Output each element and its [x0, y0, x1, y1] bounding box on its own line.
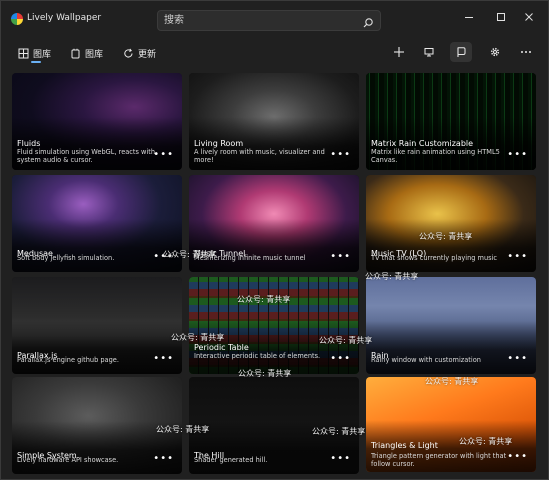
search-input[interactable] — [158, 11, 358, 30]
app-title: Lively Wallpaper — [27, 13, 102, 23]
wallpaper-card[interactable]: Living Room A lively room with music, vis… — [189, 73, 359, 170]
wallpaper-description: Fluid simulation using WebGL, reacts wit… — [17, 148, 156, 165]
thumbnail-gradient — [12, 320, 182, 374]
wallpaper-description: Lively hardware API showcase. — [17, 456, 119, 464]
minimize-button[interactable] — [455, 7, 483, 27]
settings-button[interactable] — [484, 42, 506, 62]
close-icon — [525, 13, 533, 21]
wallpaper-more-button[interactable]: ••• — [507, 252, 528, 262]
wallpaper-description: Soft body jellyfish simulation. — [17, 254, 115, 262]
wallpaper-more-button[interactable]: ••• — [153, 252, 174, 262]
wallpaper-card[interactable]: Music Tunnel Mesmerizing infinite music t… — [189, 175, 359, 272]
monitor-icon — [424, 48, 434, 57]
wallpaper-title: Fluids — [17, 139, 41, 148]
maximize-icon — [497, 13, 505, 21]
wallpaper-card[interactable]: Fluids Fluid simulation using WebGL, reac… — [12, 73, 182, 170]
wallpaper-more-button[interactable]: ••• — [330, 150, 351, 160]
wallpaper-description: Matrix like rain animation using HTML5 C… — [371, 148, 500, 165]
wallpaper-description: Mesmerizing infinite music tunnel — [194, 254, 306, 262]
wallpaper-card[interactable]: Parallax.js Parallax.js engine github pag… — [12, 277, 182, 374]
wallpaper-title: Matrix Rain Customizable — [371, 139, 474, 148]
close-button[interactable] — [515, 7, 543, 27]
thumbnail-gradient — [189, 420, 359, 474]
app-logo-icon — [11, 13, 23, 25]
wallpaper-card[interactable]: Periodic Table Interactive periodic table… — [189, 277, 359, 374]
tab-library-label: 图库 — [33, 49, 52, 60]
wallpaper-title: Periodic Table — [194, 343, 249, 352]
add-button[interactable] — [388, 42, 410, 62]
screen-button[interactable] — [418, 42, 440, 62]
wallpaper-card[interactable]: Triangles & Light Triangle pattern genera… — [366, 377, 536, 472]
wallpaper-description: Shader generated hill. — [194, 456, 268, 464]
wallpaper-description: Rainy window with customization — [371, 356, 481, 364]
tab-gallery[interactable]: 图库 — [70, 45, 103, 61]
grid-icon — [18, 48, 29, 58]
thumbnail-gradient — [12, 420, 182, 474]
wallpaper-card[interactable]: The Hill Shader generated hill. ••• — [189, 377, 359, 474]
thumbnail-gradient — [189, 218, 359, 272]
wallpaper-description: A lively room with music, visualizer and… — [194, 148, 325, 165]
tab-updates[interactable]: 更新 — [123, 45, 156, 61]
title-bar[interactable]: Lively Wallpaper — [1, 1, 548, 37]
tab-selected-indicator — [31, 61, 41, 63]
wallpaper-more-button[interactable]: ••• — [330, 354, 351, 364]
wallpaper-description: TV that shows currently playing music — [371, 254, 498, 262]
wallpaper-more-button[interactable]: ••• — [153, 454, 174, 464]
wallpaper-title: Triangles & Light — [371, 441, 438, 450]
wallpaper-card[interactable]: Simple System Lively hardware API showcas… — [12, 377, 182, 474]
wallpaper-more-button[interactable]: ••• — [507, 150, 528, 160]
tab-updates-label: 更新 — [138, 49, 157, 60]
more-icon — [521, 51, 531, 53]
thumbnail-gradient — [366, 218, 536, 272]
refresh-icon — [124, 48, 133, 58]
wallpaper-description: Triangle pattern generator with light th… — [371, 452, 507, 469]
minimize-icon — [465, 17, 473, 18]
search-box[interactable] — [157, 10, 381, 31]
wallpaper-card[interactable]: Matrix Rain Customizable Matrix like rain… — [366, 73, 536, 170]
wallpaper-more-button[interactable]: ••• — [330, 252, 351, 262]
app-window: Lively Wallpaper 图库 图库 更新 — [0, 0, 549, 480]
plus-icon — [394, 47, 404, 57]
gear-icon — [490, 47, 500, 57]
thumbnail-gradient — [12, 218, 182, 272]
wallpaper-card[interactable]: Music TV (LQ) TV that shows currently pla… — [366, 175, 536, 272]
library-icon — [71, 48, 80, 58]
maximize-button[interactable] — [487, 7, 515, 27]
wallpaper-description: Parallax.js engine github page. — [17, 356, 119, 364]
thumbnail-gradient — [366, 320, 536, 374]
tab-library[interactable]: 图库 — [18, 45, 51, 61]
wallpaper-more-button[interactable]: ••• — [153, 354, 174, 364]
search-icon[interactable] — [362, 14, 374, 28]
wallpaper-card[interactable]: Medusae Soft body jellyfish simulation. ••… — [12, 175, 182, 272]
panel-icon — [457, 47, 466, 57]
control-panel-button[interactable] — [450, 42, 472, 62]
wallpaper-title: Living Room — [194, 139, 244, 148]
wallpaper-more-button[interactable]: ••• — [507, 452, 528, 462]
more-button[interactable] — [515, 42, 537, 62]
wallpaper-more-button[interactable]: ••• — [330, 454, 351, 464]
tab-gallery-label: 图库 — [85, 49, 104, 60]
wallpaper-description: Interactive periodic table of elements. — [194, 352, 321, 360]
wallpaper-more-button[interactable]: ••• — [507, 354, 528, 364]
wallpaper-more-button[interactable]: ••• — [153, 150, 174, 160]
wallpaper-card[interactable]: Rain Rainy window with customization ••• — [366, 277, 536, 374]
